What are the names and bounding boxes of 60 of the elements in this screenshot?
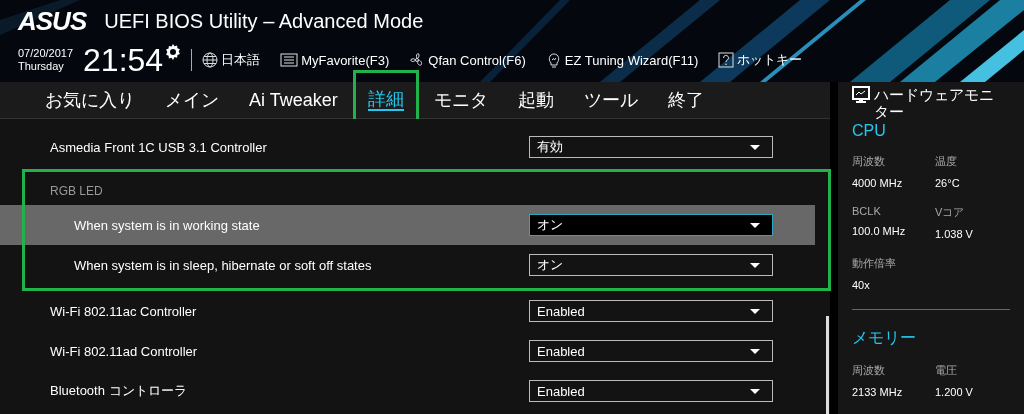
caret-icon: [750, 388, 760, 394]
shortcut-button[interactable]: EZ Tuning Wizard(F11): [545, 52, 699, 68]
field-label: 周波数: [852, 363, 886, 378]
field-label: Vコア: [935, 205, 966, 220]
settings-icon[interactable]: [165, 44, 182, 60]
field-value: 26°C: [935, 177, 961, 189]
shortcut-button[interactable]: ホットキー: [718, 51, 803, 69]
tab[interactable]: お気に入り: [45, 88, 135, 112]
caret-icon: [750, 348, 760, 354]
globe-icon: [202, 52, 219, 68]
field-label: BCLK: [852, 205, 882, 217]
day-text: Thursday: [18, 60, 65, 73]
panel-title: ハードウェアモニター: [874, 86, 995, 120]
setting-label: When system is in sleep, hibernate or soft off states: [74, 257, 373, 273]
tab[interactable]: メイン: [165, 88, 219, 112]
field-label: 温度: [935, 154, 958, 169]
dropdown[interactable]: Enabled: [529, 340, 773, 362]
dropdown[interactable]: オン: [529, 214, 773, 236]
field-value: 4000 MHz: [852, 177, 904, 189]
monitor-icon: [852, 86, 870, 104]
caret-icon: [750, 144, 760, 150]
setting-label: Wi-Fi 802.11ad Controller: [50, 343, 199, 359]
tab[interactable]: ツール: [583, 88, 638, 112]
clock-time: 21:54: [83, 42, 164, 78]
tab[interactable]: 起動: [517, 88, 554, 112]
dropdown[interactable]: Enabled: [529, 300, 773, 322]
field-value: 1.038 V: [935, 228, 974, 240]
scrollbar[interactable]: [826, 316, 829, 414]
section-title: メモリー: [852, 328, 917, 348]
field-value: 40x: [852, 279, 871, 291]
field-label: 周波数: [852, 154, 886, 169]
field-label: 動作倍率: [852, 256, 897, 271]
shortcut-button[interactable]: MyFavorite(F3): [280, 52, 390, 68]
setting-label: Asmedia Front 1C USB 3.1 Controller: [50, 139, 268, 155]
field-label: 電圧: [935, 363, 958, 378]
section-title: CPU: [852, 122, 887, 140]
field-value: 1.200 V: [935, 386, 974, 398]
caret-icon: [750, 308, 760, 314]
shortcut-button[interactable]: 日本語: [202, 51, 261, 69]
tab[interactable]: モニタ: [433, 88, 488, 112]
field-value: 100.0 MHz: [852, 225, 907, 237]
tab[interactable]: 終了: [667, 88, 704, 112]
caret-icon: [750, 222, 760, 228]
field-value: 2133 MHz: [852, 386, 904, 398]
setting-label: When system is in working state: [74, 217, 261, 233]
list-icon: [280, 52, 299, 68]
tab[interactable]: 詳細: [367, 89, 404, 111]
logo: ASUS: [18, 8, 87, 34]
caret-icon: [750, 262, 760, 268]
dropdown[interactable]: 有効: [529, 136, 773, 158]
tab[interactable]: Ai Tweaker: [249, 88, 338, 112]
dropdown[interactable]: オン: [529, 254, 773, 276]
setting-label: Bluetooth コントローラ: [50, 382, 188, 400]
dropdown[interactable]: Enabled: [529, 380, 773, 402]
group-heading: RGB LED: [49, 183, 104, 200]
window-title: UEFI BIOS Utility – Advanced Mode: [104, 9, 424, 33]
date-text: 07/20/2017: [18, 47, 74, 60]
help-icon: [718, 52, 735, 68]
setting-label: Wi-Fi 802.11ac Controller: [50, 303, 198, 319]
shortcut-button[interactable]: Qfan Control(F6): [409, 52, 526, 68]
